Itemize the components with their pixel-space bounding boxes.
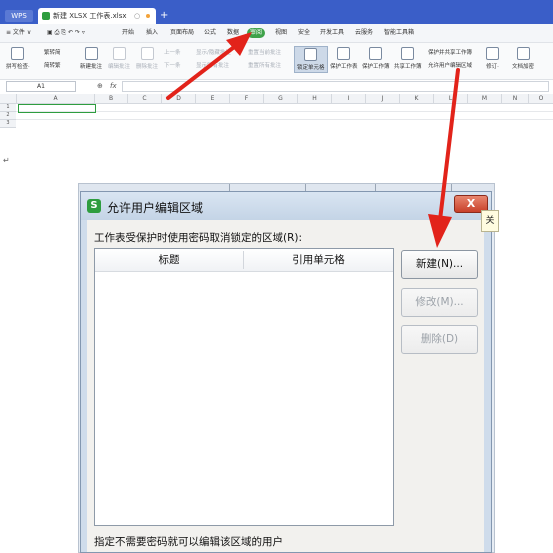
menu-bar: ≡ 文件 ∨ ▣ ⎙ ⎘ ↶ ↷ ▿ 开始 插入 页面布局 公式 数据 审阅 视… [0,24,553,43]
menu-insert[interactable]: 插入 [146,24,158,42]
row-gridline [16,111,553,112]
menu-developer[interactable]: 开发工具 [320,24,344,42]
delete-comment-button[interactable]: 删除批注 [136,47,158,70]
column-header[interactable]: G [264,94,298,104]
column-header[interactable]: O [529,94,553,104]
column-header[interactable]: D [162,94,196,104]
column-header[interactable]: J [366,94,400,104]
prev-comment-button[interactable]: 上一条 [164,48,181,56]
column-header-title[interactable]: 标题 [95,249,243,271]
row-header[interactable]: 2 [0,112,16,120]
protect-sheet-button[interactable]: 保护工作表 [330,47,358,70]
column-header[interactable]: K [400,94,434,104]
lock-cell-button[interactable]: 锁定单元格 [294,46,328,73]
reset-current-comment-button[interactable]: 重置当前批注 [248,48,281,56]
track-changes-button[interactable]: 修订· [486,47,499,70]
dialog-titlebar[interactable]: S 允许用户编辑区域 X [81,192,491,220]
share-workbook-button[interactable]: 共享工作簿 [394,47,422,70]
lock-cell-icon [304,48,318,61]
delete-range-button[interactable]: 删除(D) [401,325,478,354]
quick-access-icons[interactable]: ▣ ⎙ ⎘ ↶ ↷ ▿ [47,24,85,42]
ranges-list-header: 标题 引用单元格 [95,249,393,272]
review-ribbon: 拼写检查· 繁转简 简转繁 新建批注 编辑批注 删除批注 上一条 下一条 显示/… [0,43,553,80]
row-header[interactable]: 1 [0,104,16,112]
protect-sheet-icon [337,47,351,60]
show-all-comments-button[interactable]: 显示所有批注 [196,61,229,69]
zoom-icon[interactable]: ⊕ [97,80,103,92]
dialog-body: 工作表受保护时使用密码取消锁定的区域(R): 标题 引用单元格 新建(N)...… [87,220,484,552]
tooltip-fragment: 关 [481,210,499,232]
row-header[interactable]: 3 [0,120,16,128]
menu-formula[interactable]: 公式 [204,24,216,42]
menu-page-layout[interactable]: 页面布局 [170,24,194,42]
wps-home-button[interactable]: WPS [5,10,33,22]
wps-window: WPS 新建 XLSX 工作表.xlsx ○ + ≡ 文件 ∨ ▣ ⎙ ⎘ ↶ … [0,0,553,128]
column-header[interactable]: N [502,94,529,104]
menu-review[interactable]: 审阅 [247,28,266,38]
file-menu[interactable]: ≡ 文件 ∨ [6,24,31,42]
spreadsheet-icon [42,12,50,20]
column-header[interactable]: H [298,94,332,104]
protect-and-share-button[interactable]: 保护并共享工作簿 [428,48,472,56]
protect-workbook-icon [369,47,383,60]
tab-bar: WPS 新建 XLSX 工作表.xlsx ○ + [0,0,553,24]
document-encrypt-button[interactable]: 文档加密 [512,47,534,70]
column-header[interactable]: C [128,94,162,104]
new-comment-button[interactable]: 新建批注 [80,47,102,70]
spellcheck-icon [11,47,25,60]
corner-select-all[interactable] [0,94,17,104]
edit-comment-button[interactable]: 编辑批注 [108,47,130,70]
track-changes-icon [486,47,499,60]
document-tab-title: 新建 XLSX 工作表.xlsx [53,12,127,20]
column-header[interactable]: A [17,94,95,104]
selected-cell-a1[interactable] [18,104,96,113]
column-header[interactable]: B [95,94,128,104]
column-header[interactable]: L [434,94,468,104]
wps-sheet-logo-icon: S [87,199,101,213]
unlocked-ranges-label: 工作表受保护时使用密码取消锁定的区域(R): [94,232,303,244]
menu-cloud[interactable]: 云服务 [355,24,373,42]
menu-home[interactable]: 开始 [122,24,134,42]
spreadsheet-grid: A B C D E F G H I J K L M N O 1 2 3 [0,94,553,128]
share-workbook-icon [401,47,415,60]
column-header[interactable]: E [196,94,230,104]
spellcheck-button[interactable]: 拼写检查· [6,47,30,70]
no-password-users-label: 指定不需要密码就可以编辑该区域的用户 [94,536,283,548]
row-gridline [16,119,553,120]
new-range-button[interactable]: 新建(N)... [401,250,478,279]
menu-smart-tools[interactable]: 智能工具箱 [384,24,414,42]
paragraph-mark: ↵ [3,156,10,165]
show-hide-comment-button[interactable]: 显示/隐藏批注 [196,48,231,56]
modify-range-button[interactable]: 修改(M)... [401,288,478,317]
unsaved-dot-icon [146,14,150,18]
menu-view[interactable]: 视图 [275,24,287,42]
column-header[interactable]: F [230,94,264,104]
dialog-title: 允许用户编辑区域 [107,201,204,215]
next-comment-button[interactable]: 下一条 [164,61,181,69]
name-box[interactable]: A1 [6,81,76,92]
column-header[interactable]: M [468,94,502,104]
column-header[interactable]: I [332,94,366,104]
column-header-reference[interactable]: 引用单元格 [244,249,393,271]
formula-bar: A1 ⊕ fx [0,80,553,92]
encrypt-icon [516,47,530,60]
menu-data[interactable]: 数据 [227,24,239,42]
delete-comment-icon [140,47,154,60]
protect-workbook-button[interactable]: 保护工作簿 [362,47,390,70]
document-tab[interactable]: 新建 XLSX 工作表.xlsx ○ [38,8,156,24]
formula-input[interactable] [122,81,549,92]
allow-edit-ranges-dialog: S 允许用户编辑区域 X 工作表受保护时使用密码取消锁定的区域(R): 标题 引… [80,191,492,553]
ranges-list[interactable]: 标题 引用单元格 [94,248,394,526]
menu-security[interactable]: 安全 [298,24,310,42]
simp-to-trad-button[interactable]: 简转繁 [44,61,61,69]
new-tab-button[interactable]: + [160,8,168,24]
fx-icon[interactable]: fx [110,80,117,92]
reset-all-comments-button[interactable]: 重置所有批注 [248,61,281,69]
trad-to-simp-button[interactable]: 繁转简 [44,48,61,56]
tab-close-icon[interactable]: ○ [134,8,140,24]
comment-icon [84,47,98,60]
edit-comment-icon [112,47,126,60]
allow-edit-ranges-button[interactable]: 允许用户编辑区域 [428,61,472,69]
